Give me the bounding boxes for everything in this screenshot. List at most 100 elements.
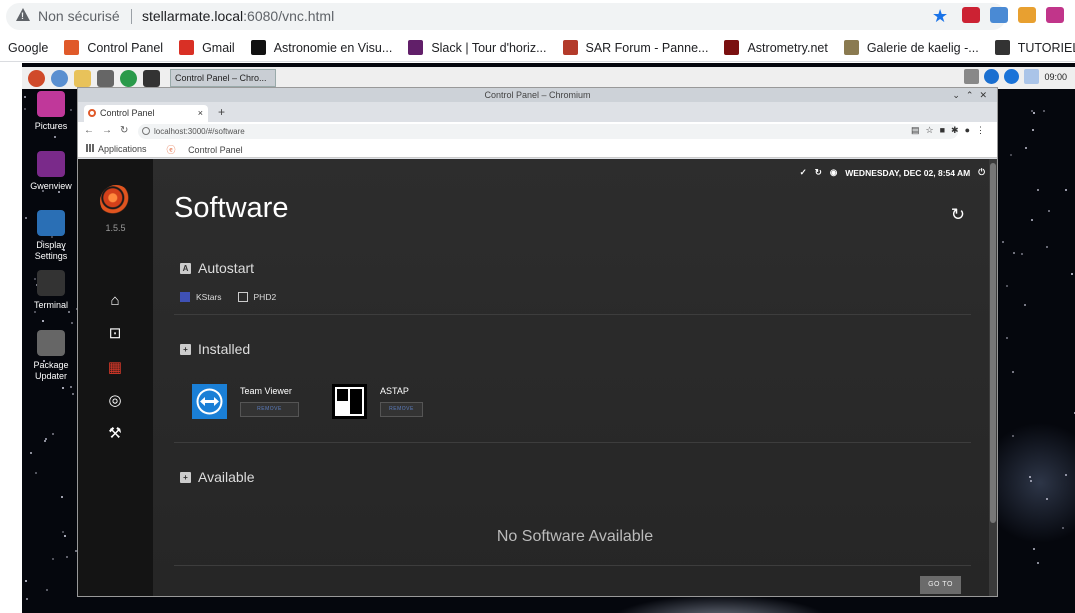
power-icon[interactable]: ⏻ (978, 167, 985, 178)
page-title: Software (174, 192, 289, 224)
star (24, 579, 27, 582)
installed-heading-label: Installed (198, 341, 251, 357)
extension-icon[interactable]: ■ (940, 125, 951, 135)
raspberry-menu-icon[interactable] (28, 69, 45, 87)
apps-icon[interactable]: ▦ (106, 359, 124, 377)
divider (174, 565, 971, 566)
extension-instagram-icon[interactable] (1046, 7, 1064, 23)
tab-close-icon[interactable]: × (198, 105, 203, 122)
bookmark-item[interactable]: Slack | Tour d'horiz... (408, 40, 547, 55)
scrollbar-thumb[interactable] (990, 163, 996, 523)
info-icon[interactable] (142, 127, 150, 135)
star (35, 471, 38, 474)
available-icon: + (180, 471, 191, 483)
bookmark-item[interactable]: Gmail (179, 40, 235, 55)
bookmark-label: Galerie de kaelig -... (866, 40, 979, 55)
bookmark-item[interactable]: SAR Forum - Panne... (562, 40, 708, 55)
taskbar-chromium-task[interactable]: Control Panel – Chro... (170, 69, 276, 87)
vnc-desktop: Control Panel – Chro... 09:00 Pictures Gw… (0, 63, 1075, 613)
star (64, 535, 67, 538)
omnibox[interactable]: Non sécurisé stellarmate.local:6080/vnc.… (6, 3, 1006, 30)
bookmark-item[interactable]: TUTORIEL - (994, 40, 1075, 55)
desktop-icon[interactable]: Display Settings (21, 210, 81, 262)
puzzle-icon[interactable]: ✱ (951, 125, 965, 135)
available-heading-label: Available (198, 469, 255, 485)
terminal-icon[interactable] (143, 69, 160, 87)
telescope-icon[interactable] (97, 69, 114, 87)
sidebar: 1.5.5 ⌂ ⊡ ▦ ◎ ⚒ (78, 159, 153, 596)
desktop-icon[interactable]: Pictures (21, 91, 81, 132)
menu-icon[interactable]: ⋮ (976, 125, 991, 135)
tab-control-panel[interactable]: Control Panel × (84, 105, 208, 122)
volume-icon[interactable] (1024, 69, 1040, 84)
chromium-window: Control Panel – Chromium ⌄⌃✕ Control Pan… (77, 87, 998, 597)
star (1024, 304, 1027, 307)
file-manager-icon[interactable] (74, 69, 91, 87)
stellarmate-small-icon: ⓔ (166, 144, 176, 155)
close-icon[interactable]: ✕ (979, 90, 993, 100)
hotspot-icon[interactable]: ◉ (830, 167, 837, 178)
bookmark-item[interactable]: Astronomie en Visu... (250, 40, 392, 55)
desktop-icon[interactable]: Terminal (21, 270, 81, 311)
app-name: Team Viewer (240, 386, 292, 396)
bookmark-item[interactable]: Google (8, 41, 48, 55)
extension-puzzle-icon[interactable] (990, 7, 1008, 23)
bookmark-label: Google (8, 40, 49, 55)
bookmark-control-panel[interactable]: ⓔ Control Panel (167, 143, 253, 156)
star (1045, 246, 1048, 249)
bookmark-item[interactable]: Galerie de kaelig -... (843, 40, 979, 55)
extension-reader-icon[interactable] (1018, 7, 1036, 23)
network-icon[interactable]: ◎ (106, 392, 124, 410)
check-icon[interactable]: ✓ (800, 167, 807, 178)
wrench-icon[interactable]: ⚒ (106, 425, 124, 443)
goto-button[interactable]: GO TO (920, 576, 961, 594)
new-tab-icon[interactable]: + (218, 105, 225, 119)
teamviewer-tray-icon[interactable] (1004, 69, 1020, 84)
cpu-monitor-icon[interactable] (964, 69, 980, 84)
bluetooth-icon[interactable] (984, 69, 1000, 84)
forward-icon[interactable]: → (102, 125, 120, 136)
desktop-icon-image (37, 270, 65, 296)
extension-mask-icon[interactable] (962, 7, 980, 23)
autostart-options: KStars PHD2 (180, 292, 276, 302)
kstars-label: KStars (196, 292, 222, 302)
web-browser-icon[interactable] (51, 69, 68, 87)
desktop-icon[interactable]: Package Updater (21, 330, 81, 382)
translate-icon[interactable]: ▤ (911, 125, 926, 135)
inner-omnibox[interactable]: localhost:3000/#/software (138, 124, 958, 139)
star (1011, 371, 1014, 374)
bookmark-applications[interactable]: Applications (86, 144, 157, 154)
chip-icon[interactable]: ⊡ (106, 325, 124, 343)
bookmark-star-icon[interactable]: ★ (932, 6, 948, 27)
maximize-icon[interactable]: ⌃ (966, 90, 980, 100)
home-icon[interactable]: ⌂ (106, 292, 124, 310)
security-label[interactable]: Non sécurisé (38, 8, 120, 24)
kstars-icon[interactable] (120, 69, 137, 87)
scrollbar[interactable] (989, 159, 997, 596)
bookmark-item[interactable]: Astrometry.net (724, 40, 828, 55)
stellarmate-logo[interactable] (100, 185, 132, 217)
star (1006, 284, 1009, 287)
kstars-checkbox[interactable] (180, 292, 190, 302)
taskbar-clock[interactable]: 09:00 (1044, 72, 1067, 82)
slack-icon (408, 40, 424, 55)
sync-icon[interactable]: ↻ (815, 167, 822, 178)
profile-icon[interactable]: ● (965, 125, 976, 135)
url-host: stellarmate.local (142, 8, 244, 24)
warning-icon[interactable] (16, 8, 30, 21)
remove-teamviewer-button[interactable]: REMOVE (240, 402, 299, 417)
url-text[interactable]: stellarmate.local:6080/vnc.html (142, 8, 334, 24)
minimize-icon[interactable]: ⌄ (952, 90, 966, 100)
tab-label: Control Panel (100, 108, 155, 118)
desktop-icon[interactable]: Gwenview (21, 151, 81, 192)
bookmark-item[interactable]: Control Panel (64, 40, 163, 55)
autostart-heading: A Autostart (180, 260, 254, 276)
star (1037, 561, 1040, 564)
back-icon[interactable]: ← (84, 125, 102, 136)
refresh-icon[interactable]: ↻ (951, 205, 965, 225)
star (44, 437, 47, 440)
phd2-checkbox[interactable] (237, 292, 248, 302)
star-outline-icon[interactable]: ☆ (926, 125, 940, 135)
reload-icon[interactable]: ↻ (120, 125, 136, 136)
remove-astap-button[interactable]: REMOVE (380, 402, 423, 417)
